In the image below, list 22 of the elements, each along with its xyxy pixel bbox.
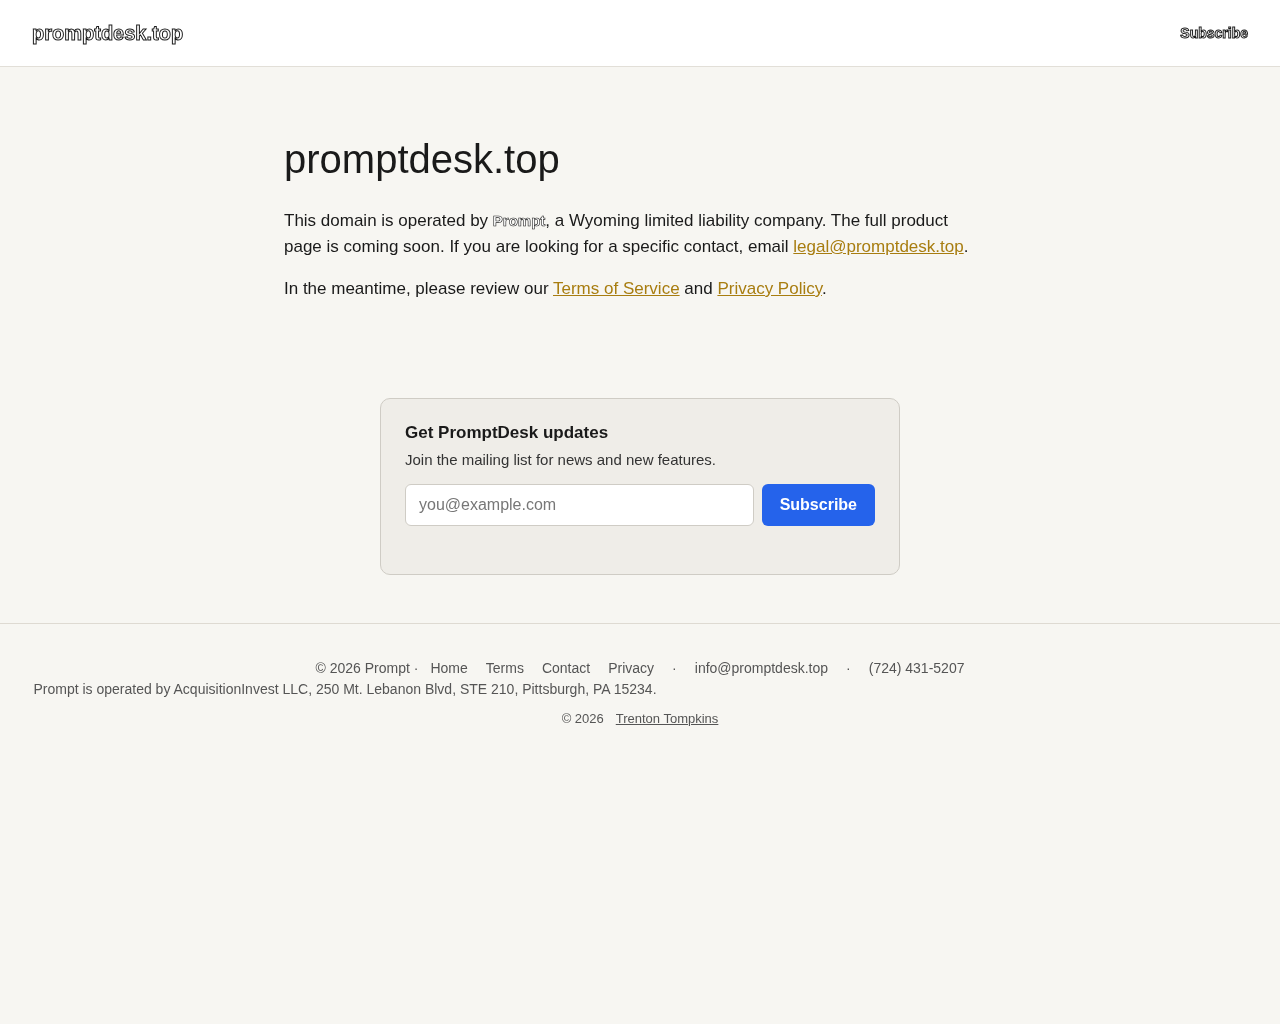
signup-subtitle: Join the mailing list for news and new features. [405,451,717,468]
page-title: promptdesk.top [284,137,561,182]
text-link[interactable]: legal@promptdesk.top [793,237,964,256]
footer-link[interactable]: Contact [541,658,591,678]
credit-link[interactable]: Trenton Tompkins [615,711,719,726]
footer-link[interactable]: Home [430,658,468,678]
operator-text: Prompt is operated by AcquisitionInvest LLC, 250 Mt. Lebanon Blvd, STE 210, Pittsburgh, PA 15234. [32,680,658,699]
intro-paragraph: In the meantime, please review our Terms of Service and Privacy Policy. [284,278,828,300]
site-logo[interactable]: promptdesk.top [32,21,184,45]
separator-dot: · [846,659,851,678]
footer-link[interactable]: Privacy [608,658,655,678]
footer-email-link[interactable]: info@promptdesk.top [694,658,829,678]
email-field[interactable]: you@example.com [405,484,754,526]
signup-title: Get PromptDesk updates [405,423,610,443]
text-link[interactable]: Terms of Service [553,279,680,298]
copyright-text: © 2026 Prompt · [315,659,419,678]
credit-year: © 2026 [561,711,604,726]
phone-number: (724) 431-5207 [868,659,965,678]
separator-dot: · [672,659,677,678]
subscribe-button[interactable]: Subscribe [761,484,875,526]
footer-link[interactable]: Terms [485,658,524,678]
text-link[interactable]: Privacy Policy [717,279,822,298]
